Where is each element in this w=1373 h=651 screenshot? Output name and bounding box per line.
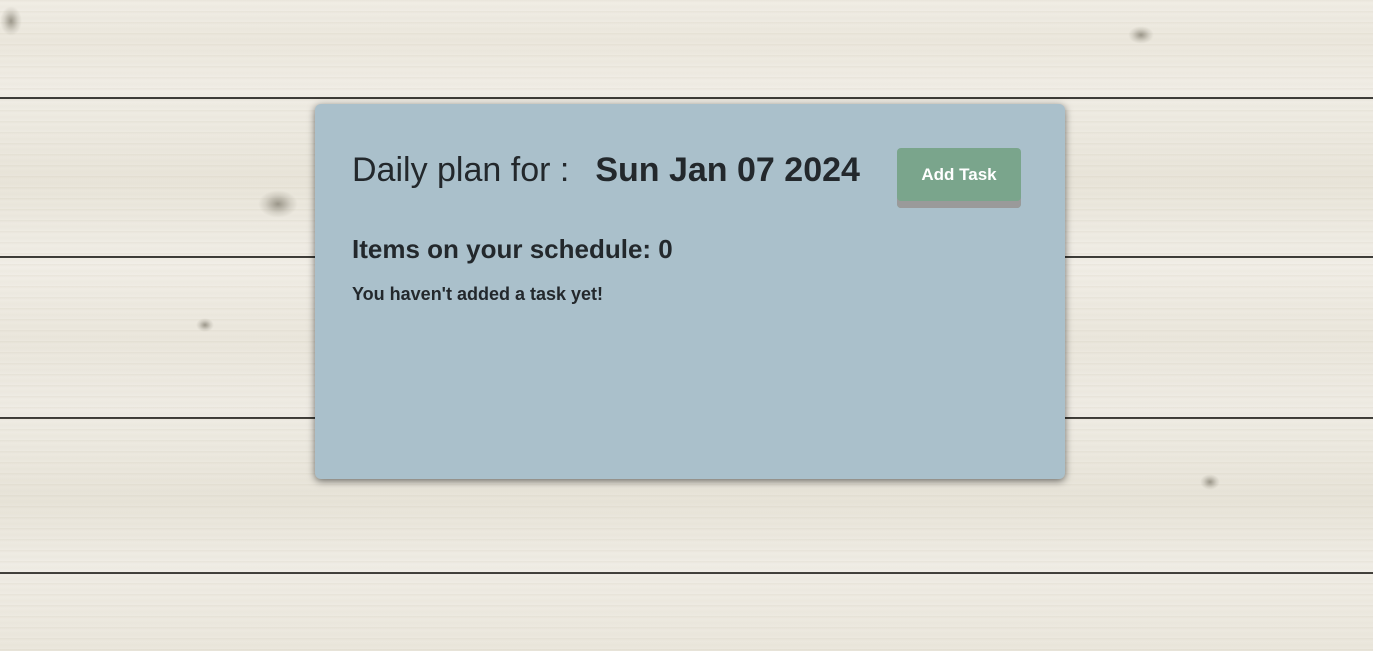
schedule-count: Items on your schedule: 0 [352,234,673,264]
empty-schedule-message: You haven't added a task yet! [352,284,604,304]
wood-knot [1200,474,1220,490]
add-task-button[interactable]: Add Task [897,148,1021,208]
plan-date: Sun Jan 07 2024 [595,150,860,189]
plan-header: Daily plan for : Sun Jan 07 2024 [352,148,860,192]
wood-knot [258,190,298,218]
daily-plan-card: Daily plan for : Sun Jan 07 2024 Add Tas… [315,104,1065,479]
plan-title-label: Daily plan for : [352,150,570,189]
wood-knot [1128,26,1154,44]
wood-knot [196,318,214,332]
wood-knot [0,6,22,36]
